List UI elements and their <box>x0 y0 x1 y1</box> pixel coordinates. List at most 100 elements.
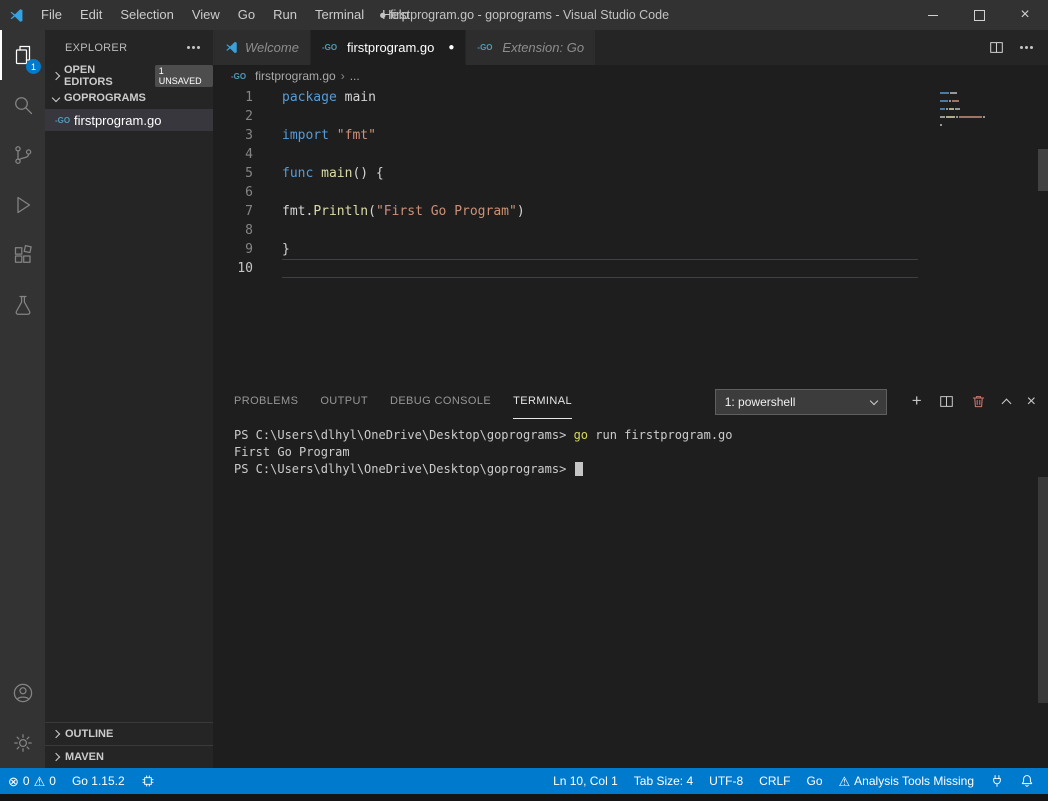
explorer-more-actions-icon[interactable] <box>187 46 201 49</box>
terminal-line-2: First Go Program <box>234 444 1048 461</box>
code-token: ) <box>517 204 525 219</box>
tab-label: Welcome <box>245 40 299 55</box>
minimap-line <box>940 104 1032 106</box>
code-token <box>329 128 337 143</box>
new-terminal-icon[interactable] <box>912 392 922 411</box>
minimap-line <box>940 96 1032 98</box>
terminal-picker[interactable]: 1: powershell <box>715 389 887 415</box>
feedback-plug-icon[interactable] <box>982 768 1012 794</box>
code-line-9[interactable]: 9} <box>213 240 1048 259</box>
maximize-panel-icon[interactable] <box>1001 399 1011 409</box>
file-item-firstprogram-go[interactable]: firstprogram.go <box>45 109 213 131</box>
activity-source-control-button[interactable] <box>0 130 45 180</box>
line-content <box>282 259 918 278</box>
minimap-segment <box>940 124 942 126</box>
code-line-5[interactable]: 5func main() { <box>213 164 1048 183</box>
section-maven[interactable]: MAVEN <box>45 745 213 768</box>
vscode-window: FileEditSelectionViewGoRunTerminalHelp ●… <box>0 0 1048 801</box>
minimap-segment <box>959 116 982 118</box>
kill-terminal-icon[interactable] <box>971 394 986 409</box>
activity-search-button[interactable] <box>0 80 45 130</box>
terminal-text: PS C:\Users\dlhyl\OneDrive\Desktop\gopro… <box>234 428 574 442</box>
status-analysis-tools[interactable]: ⚠Analysis Tools Missing <box>831 768 982 794</box>
line-content <box>282 221 918 240</box>
activity-explorer-button[interactable]: 1 <box>0 30 45 80</box>
status-language[interactable]: Go <box>799 768 831 794</box>
code-line-2[interactable]: 2 <box>213 107 1048 126</box>
status-problems[interactable]: ⊗ 0 ⚠ 0 <box>0 768 64 794</box>
menu-terminal[interactable]: Terminal <box>306 0 373 30</box>
status-go-version[interactable]: Go 1.15.2 <box>64 768 133 794</box>
minimap-line <box>940 124 1032 126</box>
activity-account-button[interactable] <box>0 668 45 718</box>
sidebar-title: EXPLORER <box>65 42 127 54</box>
panel-tab-debug-console[interactable]: DEBUG CONSOLE <box>390 384 491 419</box>
code-line-4[interactable]: 4 <box>213 145 1048 164</box>
breadcrumb-ellipsis: ... <box>350 69 360 83</box>
minimize-button[interactable] <box>910 0 956 30</box>
editor-scrollbar-thumb[interactable] <box>1038 149 1048 191</box>
menu-file[interactable]: File <box>32 0 71 30</box>
code-line-6[interactable]: 6 <box>213 183 1048 202</box>
activity-bar-bottom <box>0 668 45 768</box>
tab-label: firstprogram.go <box>347 40 434 55</box>
minimize-icon <box>928 15 938 16</box>
maximize-button[interactable] <box>956 0 1002 30</box>
close-panel-icon[interactable] <box>1027 393 1036 411</box>
menu-run[interactable]: Run <box>264 0 306 30</box>
activity-extensions-button[interactable] <box>0 230 45 280</box>
activity-bar: 1 <box>0 30 45 768</box>
split-terminal-icon[interactable] <box>939 394 954 409</box>
status-tools-chip-icon[interactable] <box>133 768 163 794</box>
code-line-7[interactable]: 7fmt.Println("First Go Program") <box>213 202 1048 221</box>
breadcrumb[interactable]: firstprogram.go › ... <box>213 65 1048 87</box>
status-cursor-position[interactable]: Ln 10, Col 1 <box>545 768 626 794</box>
minimap[interactable] <box>940 92 1032 132</box>
tab-firstprogram-go[interactable]: firstprogram.go● <box>311 30 466 65</box>
terminal-line-1: PS C:\Users\dlhyl\OneDrive\Desktop\gopro… <box>234 427 1048 444</box>
minimap-segment <box>946 116 955 118</box>
split-editor-icon[interactable] <box>989 40 1004 55</box>
panel-tab-problems[interactable]: PROBLEMS <box>234 384 298 419</box>
code-editor[interactable]: 1package main23import "fmt"45func main()… <box>213 87 1048 384</box>
terminal-picker-value: 1: powershell <box>725 395 796 409</box>
menu-edit[interactable]: Edit <box>71 0 111 30</box>
status-eol[interactable]: CRLF <box>751 768 798 794</box>
tab-welcome[interactable]: Welcome <box>213 30 311 65</box>
panel-tab-output[interactable]: OUTPUT <box>320 384 368 419</box>
line-content: fmt.Println("First Go Program") <box>282 202 918 221</box>
section-label: MAVEN <box>65 751 104 763</box>
code-line-1[interactable]: 1package main <box>213 88 1048 107</box>
code-line-10[interactable]: 10 <box>213 259 1048 278</box>
menu-view[interactable]: View <box>183 0 229 30</box>
tab-extension-go[interactable]: Extension: Go <box>466 30 596 65</box>
editor-more-actions-icon[interactable] <box>1020 46 1034 49</box>
section-outline[interactable]: OUTLINE <box>45 722 213 745</box>
status-tab-size[interactable]: Tab Size: 4 <box>626 768 701 794</box>
activity-testing-button[interactable] <box>0 280 45 330</box>
status-encoding[interactable]: UTF-8 <box>701 768 751 794</box>
go-file-icon <box>55 116 74 125</box>
minimap-line <box>940 120 1032 122</box>
code-line-8[interactable]: 8 <box>213 221 1048 240</box>
notifications-bell-icon[interactable] <box>1012 768 1042 794</box>
run-and-debug-icon <box>11 193 35 217</box>
folder-section-header[interactable]: GOPROGRAMS <box>45 87 213 109</box>
code-line-3[interactable]: 3import "fmt" <box>213 126 1048 145</box>
activity-run-and-debug-button[interactable] <box>0 180 45 230</box>
terminal-scrollbar-thumb[interactable] <box>1038 477 1048 703</box>
line-number: 1 <box>213 88 253 107</box>
status-left: ⊗ 0 ⚠ 0 Go 1.15.2 <box>0 768 163 794</box>
activity-settings-button[interactable] <box>0 718 45 768</box>
open-editors-section[interactable]: OPEN EDITORS 1 UNSAVED <box>45 65 213 87</box>
panel-tab-terminal[interactable]: TERMINAL <box>513 384 572 419</box>
line-number: 4 <box>213 145 253 164</box>
menu-go[interactable]: Go <box>229 0 264 30</box>
minimap-segment <box>940 100 948 102</box>
terminal[interactable]: PS C:\Users\dlhyl\OneDrive\Desktop\gopro… <box>213 419 1048 768</box>
menu-selection[interactable]: Selection <box>111 0 182 30</box>
search-icon <box>11 93 35 117</box>
close-button[interactable] <box>1002 0 1048 30</box>
minimap-segment <box>956 116 958 118</box>
line-number: 9 <box>213 240 253 259</box>
